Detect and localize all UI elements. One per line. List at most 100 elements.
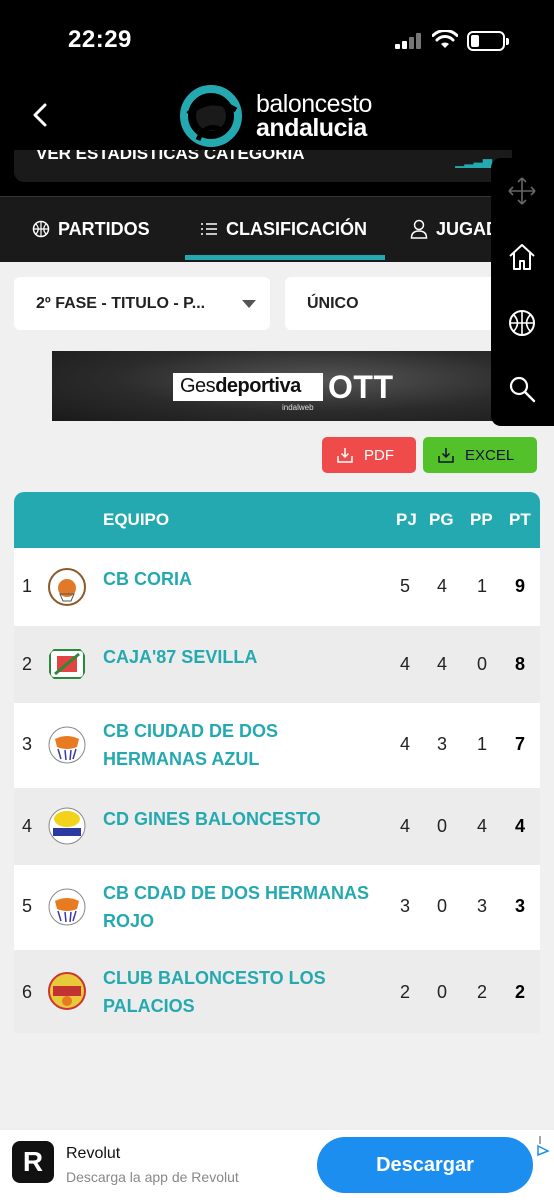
row-pt: 3 — [514, 896, 525, 916]
tab-bar: PARTIDOS CLASIFICACIÓN JUGAD — [0, 196, 554, 262]
table-row[interactable]: 4 CD GINES BALONCESTO 4 0 4 4 — [14, 788, 540, 865]
standings-table: EQUIPO PJ PG PP PT 1 CB CORIA 5 4 1 9 2 … — [14, 492, 540, 1033]
home-icon[interactable] — [507, 242, 537, 272]
search-icon[interactable] — [507, 374, 537, 404]
brand-line-2: andalucia — [256, 114, 367, 142]
move-icon[interactable] — [507, 176, 537, 206]
row-position: 5 — [22, 896, 33, 916]
signal-icon — [395, 33, 423, 49]
row-team-name[interactable]: CLUB BALONCESTO LOS PALACIOS — [103, 964, 373, 1020]
row-team-name[interactable]: CAJA'87 SEVILLA — [103, 643, 373, 671]
row-position: 4 — [22, 816, 33, 836]
user-icon — [410, 219, 428, 239]
team-crest-icon — [48, 888, 86, 926]
tab-clasificacion[interactable]: CLASIFICACIÓN — [200, 197, 367, 261]
row-position: 6 — [22, 982, 33, 1002]
row-pj: 3 — [399, 896, 410, 916]
row-pp: 1 — [476, 576, 487, 596]
stats-category-label: VER ESTADÍSTICAS CATEGORÍA — [36, 150, 305, 163]
tab-partidos[interactable]: PARTIDOS — [32, 197, 150, 261]
export-pdf-button[interactable]: PDF — [322, 437, 416, 473]
header-pt: PT — [509, 510, 531, 529]
download-icon — [336, 446, 354, 464]
row-pj: 4 — [399, 654, 410, 674]
status-bar: 22:29 — [0, 0, 554, 80]
export-excel-button[interactable]: EXCEL — [423, 437, 537, 473]
tab-partidos-label: PARTIDOS — [58, 218, 150, 239]
banner-brand: Gesdeportiva — [180, 375, 301, 397]
sponsor-banner[interactable]: Gesdeportiva OTT indalweb — [52, 351, 502, 421]
row-pg: 0 — [436, 816, 447, 836]
row-pg: 4 — [436, 654, 447, 674]
banner-sub: indalweb — [282, 403, 314, 412]
header-pg: PG — [429, 510, 454, 529]
row-team-name[interactable]: CB CIUDAD DE DOS HERMANAS AZUL — [103, 717, 373, 773]
row-team-name[interactable]: CB CDAD DE DOS HERMANAS ROJO — [103, 879, 373, 935]
row-team-name[interactable]: CD GINES BALONCESTO — [103, 805, 373, 833]
floating-toolbar — [491, 158, 554, 426]
table-row[interactable]: 1 CB CORIA 5 4 1 9 — [14, 548, 540, 626]
header-pj: PJ — [396, 510, 417, 529]
row-team-name[interactable]: CB CORIA — [103, 565, 373, 593]
row-pp: 2 — [476, 982, 487, 1002]
row-pj: 2 — [399, 982, 410, 1002]
row-pt: 9 — [514, 576, 525, 596]
table-row[interactable]: 2 CAJA'87 SEVILLA 4 4 0 8 — [14, 626, 540, 703]
ad-logo: R — [12, 1141, 54, 1183]
row-position: 2 — [22, 654, 33, 674]
brand-logo: baloncesto andalucia — [176, 84, 386, 148]
back-arrow-icon[interactable] — [26, 100, 56, 130]
tab-clasificacion-label: CLASIFICACIÓN — [226, 218, 367, 239]
team-crest-icon — [48, 972, 86, 1010]
row-pt: 4 — [514, 816, 525, 836]
group-select-value: ÚNICO — [307, 294, 359, 312]
row-pj: 4 — [399, 816, 410, 836]
row-position: 1 — [22, 576, 33, 596]
chevron-down-icon — [242, 300, 256, 308]
table-row[interactable]: 3 CB CIUDAD DE DOS HERMANAS AZUL 4 3 1 7 — [14, 703, 540, 788]
export-excel-label: EXCEL — [465, 446, 515, 464]
bar-chart-icon: ▁▂▃▅ — [455, 154, 492, 168]
table-row[interactable]: 6 CLUB BALONCESTO LOS PALACIOS 2 0 2 2 — [14, 950, 540, 1033]
wifi-icon — [432, 30, 458, 48]
row-pg: 0 — [436, 896, 447, 916]
tab-jugadores-label: JUGAD — [436, 218, 500, 239]
basketball-icon[interactable] — [507, 308, 537, 338]
header-pp: PP — [470, 510, 493, 529]
row-position: 3 — [22, 734, 33, 754]
ad-title: Revolut — [66, 1145, 121, 1162]
team-crest-icon — [48, 726, 86, 764]
row-pt: 7 — [514, 734, 525, 754]
ad-subtitle: Descarga la app de Revolut — [66, 1169, 239, 1185]
ad-banner[interactable]: R Revolut Descarga la app de Revolut Des… — [0, 1130, 554, 1200]
row-pg: 0 — [436, 982, 447, 1002]
phase-select-value: 2º FASE - TITULO - P... — [36, 294, 206, 312]
tab-jugadores[interactable]: JUGAD — [410, 197, 499, 261]
team-crest-icon — [48, 807, 86, 845]
ad-choices-icon[interactable] — [536, 1134, 550, 1156]
table-row[interactable]: 5 CB CDAD DE DOS HERMANAS ROJO 3 0 3 3 — [14, 865, 540, 950]
header-team: EQUIPO — [103, 510, 170, 529]
phase-select[interactable]: 2º FASE - TITULO - P... — [14, 277, 270, 330]
group-select[interactable]: ÚNICO — [285, 277, 515, 330]
row-pp: 3 — [476, 896, 487, 916]
row-pg: 3 — [436, 734, 447, 754]
row-pj: 5 — [399, 576, 410, 596]
download-icon — [437, 446, 455, 464]
row-pt: 8 — [514, 654, 525, 674]
status-time: 22:29 — [68, 26, 132, 53]
row-pp: 0 — [476, 654, 487, 674]
row-pp: 4 — [476, 816, 487, 836]
list-icon — [200, 221, 218, 237]
export-pdf-label: PDF — [364, 446, 394, 464]
row-pj: 4 — [399, 734, 410, 754]
active-tab-indicator — [185, 255, 385, 260]
row-pt: 2 — [514, 982, 525, 1002]
basketball-icon — [32, 220, 50, 238]
ad-download-button[interactable]: Descargar — [317, 1137, 533, 1193]
app-header: 22:29 baloncesto andalucia VER ESTADÍSTI… — [0, 0, 554, 262]
team-crest-icon — [49, 649, 85, 679]
row-pp: 1 — [476, 734, 487, 754]
team-crest-icon — [48, 568, 86, 606]
stats-category-card[interactable]: VER ESTADÍSTICAS CATEGORÍA ▁▂▃▅ — [14, 150, 512, 182]
